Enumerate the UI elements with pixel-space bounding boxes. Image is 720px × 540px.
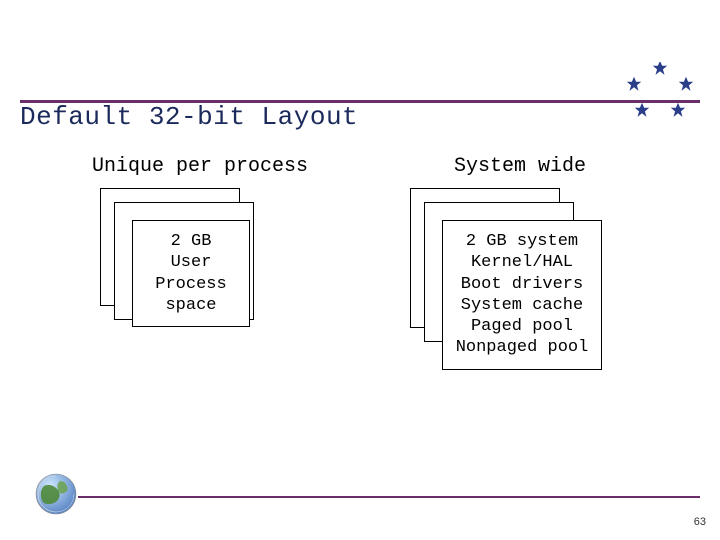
slide: Default 32-bit Layout Unique per process xyxy=(0,0,720,540)
left-heading: Unique per process xyxy=(70,155,330,178)
right-card-stack: 2 GB system Kernel/HAL Boot drivers Syst… xyxy=(410,188,620,388)
card-line: User xyxy=(171,252,212,273)
left-column: Unique per process 2 GB User Process spa… xyxy=(70,155,330,388)
left-card: 2 GB User Process space xyxy=(132,220,250,327)
content-area: Unique per process 2 GB User Process spa… xyxy=(70,155,650,388)
stars-logo xyxy=(620,62,700,132)
card-line: Nonpaged pool xyxy=(456,337,589,358)
right-card: 2 GB system Kernel/HAL Boot drivers Syst… xyxy=(442,220,602,370)
page-number: 63 xyxy=(694,516,706,528)
right-column: System wide 2 GB system Kernel/HAL Boot … xyxy=(390,155,650,388)
card-line: System cache xyxy=(461,295,583,316)
card-line: Process xyxy=(155,274,226,295)
card-line: Paged pool xyxy=(471,316,573,337)
card-line: space xyxy=(165,295,216,316)
card-line: Boot drivers xyxy=(461,274,583,295)
globe-icon xyxy=(34,472,78,516)
slide-title: Default 32-bit Layout xyxy=(20,102,358,132)
title-underline xyxy=(20,100,700,103)
card-line: Kernel/HAL xyxy=(471,252,573,273)
title-row: Default 32-bit Layout xyxy=(20,62,700,132)
right-heading: System wide xyxy=(390,155,650,178)
footer-underline xyxy=(78,496,700,498)
left-card-stack: 2 GB User Process space xyxy=(100,188,270,358)
card-line: 2 GB xyxy=(171,231,212,252)
card-line: 2 GB system xyxy=(466,231,578,252)
